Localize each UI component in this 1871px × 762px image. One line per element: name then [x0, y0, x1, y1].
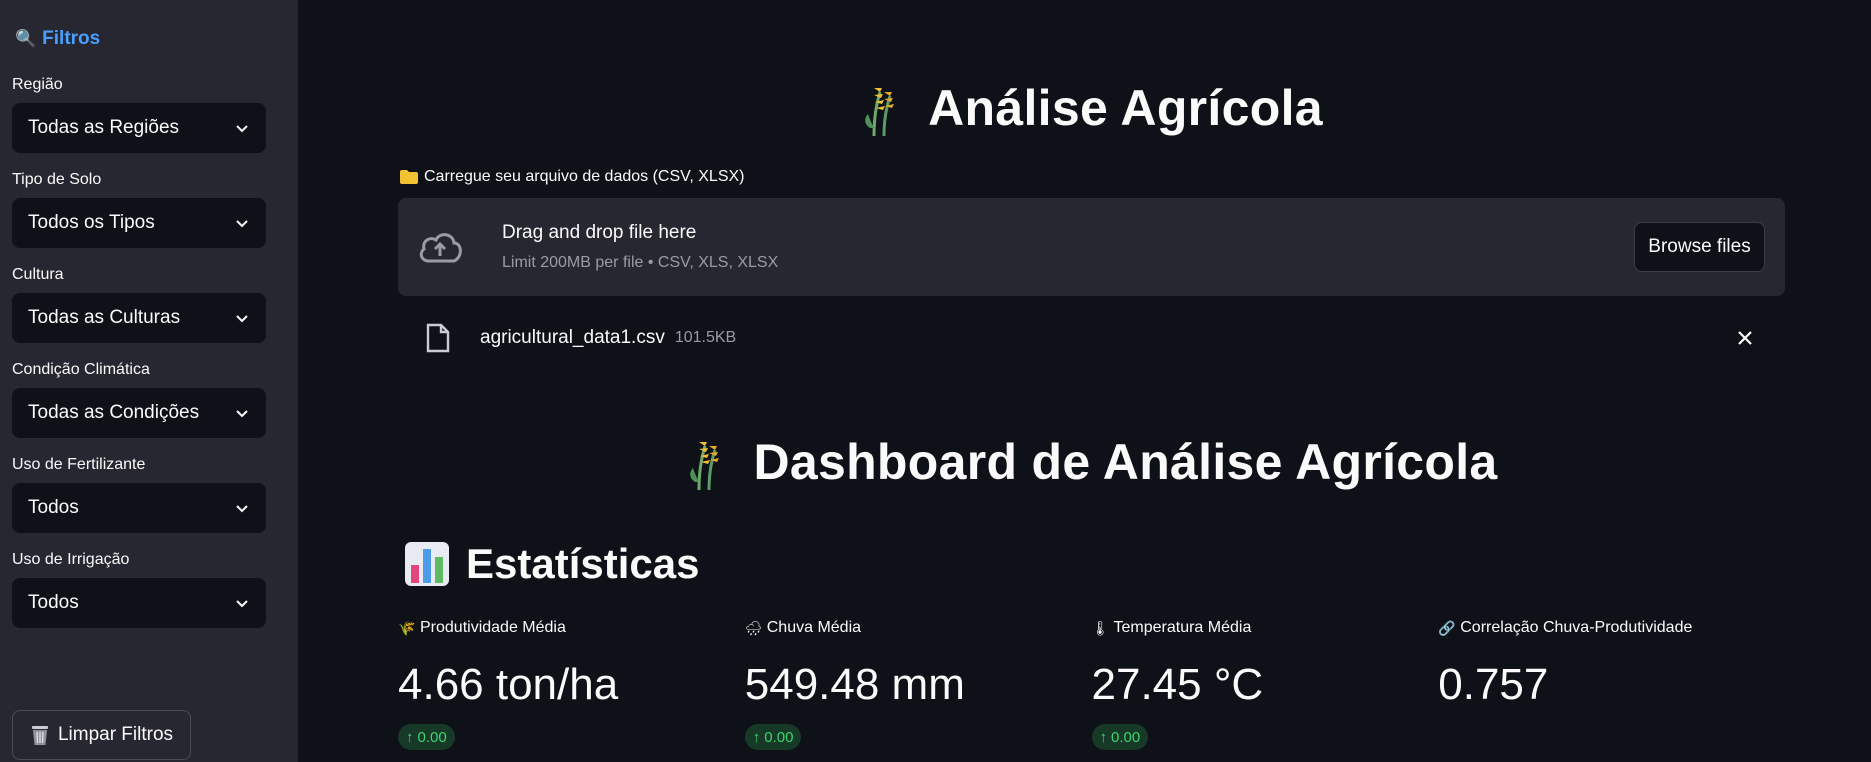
metric-label: 🔗 Correlação Chuva-Produtividade: [1438, 616, 1785, 640]
weather-condition-select[interactable]: Todas as Condições: [12, 388, 266, 438]
filter-irrigation: Uso de Irrigação Todos: [12, 551, 286, 628]
uploader-label: Carregue seu arquivo de dados (CSV, XLSX…: [400, 168, 744, 186]
chevron-down-icon: [236, 600, 248, 608]
metric-rain-yield-correlation: 🔗 Correlação Chuva-Produtividade 0.757: [1438, 616, 1785, 750]
file-size: 101.5KB: [674, 329, 737, 346]
select-value: Todos: [28, 592, 79, 613]
file-icon: [426, 323, 450, 353]
metric-delta-value: 0.00: [764, 728, 794, 746]
chevron-down-icon: [236, 315, 248, 323]
main-content: Análise Agrícola Carregue seu arquivo de…: [298, 0, 1871, 762]
filter-label: Região: [12, 76, 63, 93]
select-value: Todas as Condições: [28, 402, 200, 423]
dropzone-title: Drag and drop file here: [502, 222, 697, 243]
metric-avg-rain: 🌧 Chuva Média 549.48 mm ↑ 0.00: [744, 616, 1092, 750]
crop-select[interactable]: Todas as Culturas: [12, 293, 266, 343]
app: 🔍 Filtros Região Todas as Regiões Tipo d…: [0, 0, 1871, 762]
page-title-text: Análise Agrícola: [928, 80, 1323, 136]
fertilizer-select[interactable]: Todos: [12, 483, 266, 533]
metric-avg-temperature: 🌡 Temperatura Média 27.45 °C ↑ 0.00: [1091, 616, 1439, 750]
select-value: Todos: [28, 497, 79, 518]
arrow-up-icon: ↑: [752, 728, 761, 746]
file-dropzone[interactable]: Drag and drop file here Limit 200MB per …: [398, 198, 1785, 296]
dashboard-title: Dashboard de Análise Agrícola: [398, 432, 1785, 492]
bar-chart-icon: [405, 542, 449, 586]
clear-filters-button[interactable]: Limpar Filtros: [12, 710, 191, 760]
select-value: Todos os Tipos: [28, 212, 155, 233]
metric-label-text: Correlação Chuva-Produtividade: [1460, 619, 1693, 636]
folder-icon: [400, 170, 418, 184]
magnifier-icon: 🔍: [15, 29, 37, 48]
filter-crop: Cultura Todas as Culturas: [12, 266, 286, 343]
select-value: Todas as Regiões: [28, 117, 180, 138]
wheat-icon: [690, 442, 720, 491]
metric-label-text: Chuva Média: [766, 619, 862, 636]
browse-files-button[interactable]: Browse files: [1634, 222, 1765, 272]
arrow-up-icon: ↑: [1099, 728, 1108, 746]
filter-label: Condição Climática: [12, 361, 150, 378]
metric-avg-yield: 🌾 Produtividade Média 4.66 ton/ha ↑ 0.00: [398, 616, 745, 750]
metric-label: 🌡 Temperatura Média: [1092, 616, 1439, 640]
uploader-label-text: Carregue seu arquivo de dados (CSV, XLSX…: [424, 168, 745, 185]
filter-weather: Condição Climática Todas as Condições: [12, 361, 286, 438]
metric-value: 27.45 °C: [1091, 660, 1264, 709]
page-title: Análise Agrícola: [398, 78, 1785, 138]
filter-label: Uso de Fertilizante: [12, 456, 146, 473]
filter-label: Tipo de Solo: [12, 171, 102, 188]
close-icon[interactable]: [1735, 328, 1755, 348]
sidebar: 🔍 Filtros Região Todas as Regiões Tipo d…: [0, 0, 298, 762]
arrow-up-icon: ↑: [406, 728, 414, 746]
chevron-down-icon: [236, 220, 248, 228]
rain-cloud-icon: 🌧: [744, 619, 763, 636]
chevron-down-icon: [236, 505, 248, 513]
metric-label: 🌾 Produtividade Média: [398, 616, 745, 640]
metrics-row: 🌾 Produtividade Média 4.66 ton/ha ↑ 0.00…: [398, 616, 1785, 750]
metric-delta-value: 0.00: [1111, 728, 1141, 746]
wheat-icon: 🌾: [398, 619, 416, 636]
chevron-down-icon: [236, 125, 248, 133]
filter-region: Região Todas as Regiões: [12, 76, 286, 153]
metric-value: 0.757: [1438, 660, 1549, 709]
stats-heading-text: Estatísticas: [466, 540, 700, 587]
chevron-down-icon: [236, 410, 248, 418]
region-select[interactable]: Todas as Regiões: [12, 103, 266, 153]
metric-delta: ↑ 0.00: [744, 724, 802, 750]
filter-soil: Tipo de Solo Todos os Tipos: [12, 171, 286, 248]
uploaded-file-row: agricultural_data1.csv 101.5KB: [398, 318, 1785, 358]
dashboard-title-text: Dashboard de Análise Agrícola: [753, 434, 1498, 490]
metric-value: 4.66 ton/ha: [398, 660, 619, 709]
metric-delta-value: 0.00: [417, 728, 447, 746]
stats-heading: Estatísticas: [404, 540, 699, 588]
sidebar-title-text: Filtros: [42, 28, 101, 49]
irrigation-select[interactable]: Todos: [12, 578, 266, 628]
cloud-upload-icon: [419, 233, 462, 263]
metric-label: 🌧 Chuva Média: [745, 616, 1092, 640]
metric-delta: ↑ 0.00: [1091, 724, 1149, 750]
filter-label: Uso de Irrigação: [12, 551, 130, 568]
wheat-icon: [865, 88, 895, 137]
dropzone-text: Drag and drop file here Limit 200MB per …: [502, 222, 778, 272]
sidebar-title: 🔍 Filtros: [15, 28, 286, 50]
thermometer-icon: 🌡: [1091, 619, 1110, 636]
select-value: Todas as Culturas: [28, 307, 181, 328]
filter-label: Cultura: [12, 266, 64, 283]
filter-fertilizer: Uso de Fertilizante Todos: [12, 456, 286, 533]
metric-delta: ↑ 0.00: [398, 724, 455, 750]
soil-type-select[interactable]: Todos os Tipos: [12, 198, 266, 248]
metric-value: 549.48 mm: [744, 660, 965, 709]
trash-icon: [31, 726, 48, 745]
clear-filters-label: Limpar Filtros: [57, 724, 174, 745]
link-icon: 🔗: [1438, 619, 1456, 636]
dropzone-limit: Limit 200MB per file • CSV, XLS, XLSX: [502, 254, 779, 271]
metric-label-text: Produtividade Média: [420, 619, 566, 636]
file-name: agricultural_data1.csv: [480, 327, 665, 348]
metric-label-text: Temperatura Média: [1113, 619, 1252, 636]
